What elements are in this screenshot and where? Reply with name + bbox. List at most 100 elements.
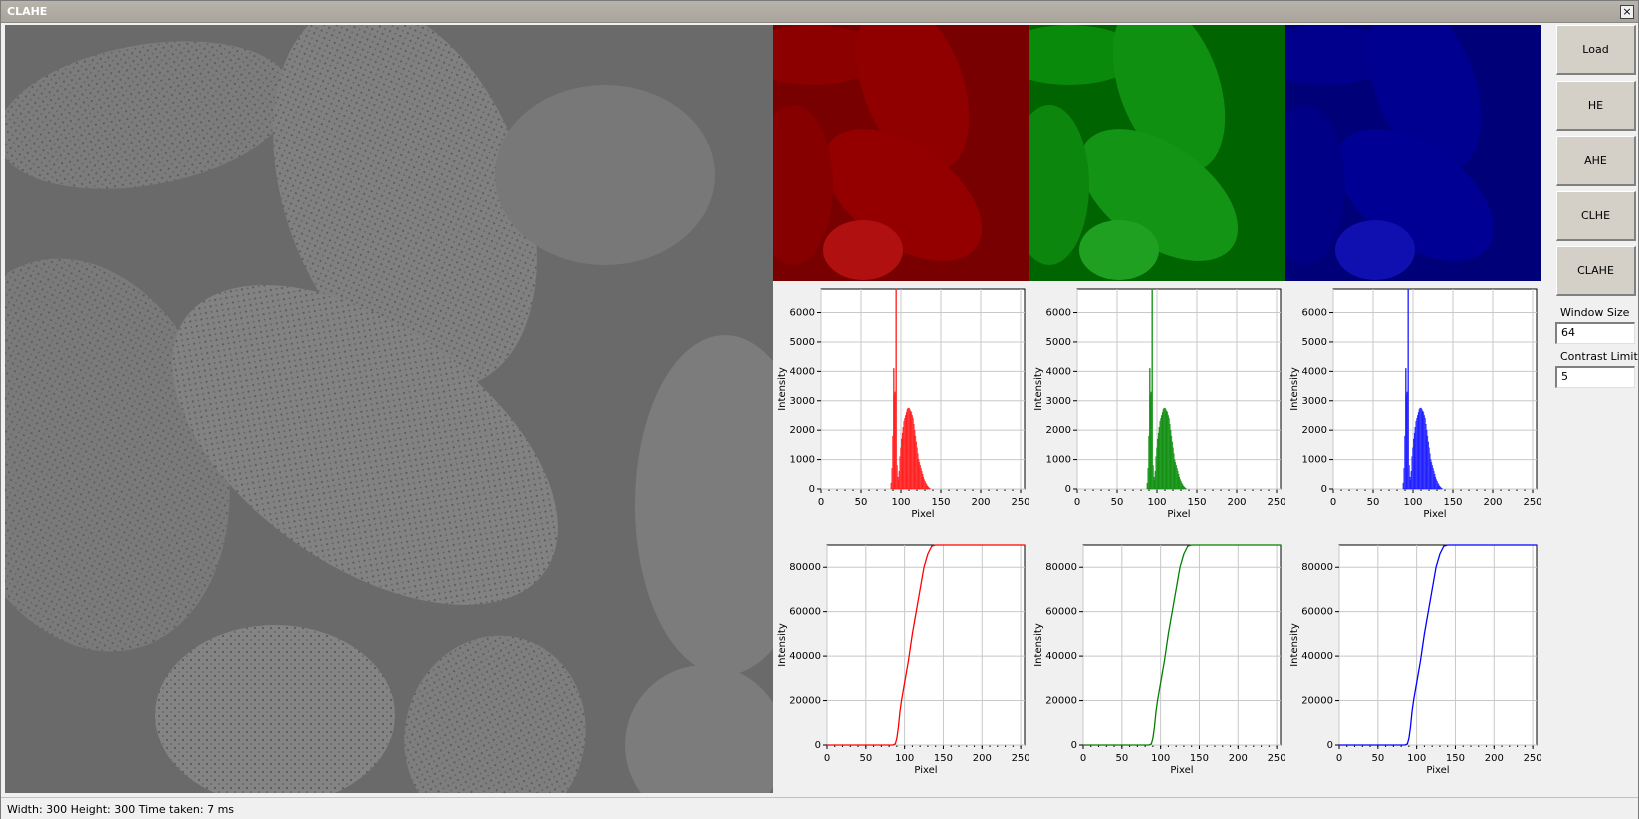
x-tick-label: 250: [1523, 497, 1541, 508]
y-tick-label: 40000: [1301, 651, 1333, 662]
y-tick-label: 80000: [1045, 562, 1077, 573]
y-tick-label: 2000: [1046, 425, 1071, 436]
histogram-bar: [895, 288, 897, 490]
y-tick-label: 5000: [1302, 337, 1327, 348]
y-tick-label: 40000: [789, 651, 821, 662]
status-bar: Width: 300 Height: 300 Time taken: 7 ms: [1, 797, 1638, 819]
y-tick-label: 5000: [790, 337, 815, 348]
y-tick-label: 0: [1071, 740, 1077, 751]
clahe-button[interactable]: CLAHE: [1556, 246, 1636, 296]
x-tick-label: 0: [824, 753, 830, 764]
window-title: CLAHE: [7, 5, 48, 18]
y-tick-label: 4000: [1302, 366, 1327, 377]
y-tick-label: 1000: [1302, 455, 1327, 466]
ahe-button[interactable]: AHE: [1556, 136, 1636, 186]
load-button[interactable]: Load: [1556, 25, 1636, 75]
x-tick-label: 250: [1267, 497, 1285, 508]
y-tick-label: 60000: [1301, 607, 1333, 618]
blue-cdf-chart: 0 50 100 150 200 250 0 20000 40000 60000 80000 Pixe…: [1285, 537, 1541, 793]
he-button[interactable]: HE: [1556, 81, 1636, 131]
x-tick-label: 0: [818, 497, 824, 508]
x-tick-label: 50: [1371, 753, 1384, 764]
x-tick-label: 0: [1074, 497, 1080, 508]
clhe-button[interactable]: CLHE: [1556, 191, 1636, 241]
x-tick-label: 50: [859, 753, 872, 764]
title-bar[interactable]: CLAHE ×: [1, 1, 1638, 23]
y-tick-label: 0: [1321, 484, 1327, 495]
x-tick-label: 250: [1524, 753, 1541, 764]
y-tick-label: 2000: [1302, 425, 1327, 436]
x-tick-label: 200: [973, 753, 992, 764]
y-tick-label: 5000: [1046, 337, 1071, 348]
main-image: [5, 25, 773, 793]
y-tick-label: 60000: [1045, 607, 1077, 618]
y-tick-label: 6000: [1046, 308, 1071, 319]
y-axis-label: Intensity: [777, 623, 788, 667]
window-size-field[interactable]: 64: [1555, 322, 1635, 344]
x-axis-label: Pixel: [1426, 765, 1449, 776]
histogram-bar: [1441, 488, 1443, 490]
y-tick-label: 3000: [1302, 396, 1327, 407]
x-tick-label: 150: [931, 497, 950, 508]
y-tick-label: 80000: [1301, 562, 1333, 573]
contrast-limit-label: Contrast Limit: [1560, 350, 1638, 363]
x-tick-label: 250: [1011, 497, 1029, 508]
close-icon[interactable]: ×: [1620, 5, 1634, 19]
plot-area: [1076, 288, 1282, 490]
y-tick-label: 0: [809, 484, 815, 495]
x-tick-label: 50: [855, 497, 868, 508]
x-axis-label: Pixel: [914, 765, 937, 776]
x-axis-label: Pixel: [1170, 765, 1193, 776]
x-tick-label: 100: [1403, 497, 1422, 508]
x-tick-label: 100: [1151, 753, 1170, 764]
blue-histogram-chart: 0 50 100 150 200 250 0 1000 2000 3000 4000 5000 6000…: [1285, 281, 1541, 537]
y-tick-label: 3000: [790, 396, 815, 407]
x-tick-label: 0: [1080, 753, 1086, 764]
y-tick-label: 20000: [1301, 696, 1333, 707]
red-channel-image: [773, 25, 1029, 281]
green-channel-image: [1029, 25, 1285, 281]
contrast-limit-field[interactable]: 5: [1555, 366, 1635, 388]
pollen-image: [5, 25, 773, 793]
y-tick-label: 20000: [789, 696, 821, 707]
y-axis-label: Intensity: [1289, 367, 1300, 411]
x-tick-label: 100: [895, 753, 914, 764]
x-tick-label: 250: [1268, 753, 1285, 764]
red-channel-svg: [773, 25, 1029, 281]
x-tick-label: 150: [1187, 497, 1206, 508]
y-tick-label: 0: [1327, 740, 1333, 751]
x-tick-label: 50: [1111, 497, 1124, 508]
plot-area: [826, 544, 1026, 746]
y-axis-label: Intensity: [1289, 623, 1300, 667]
x-tick-label: 200: [1229, 753, 1248, 764]
red-cdf-chart: 0 50 100 150 200 250 0 20000 40000 60000 80000 Pixe…: [773, 537, 1029, 793]
y-tick-label: 80000: [789, 562, 821, 573]
x-axis-label: Pixel: [1423, 509, 1446, 520]
y-tick-label: 1000: [790, 455, 815, 466]
green-channel-svg: [1029, 25, 1285, 281]
y-tick-label: 6000: [1302, 308, 1327, 319]
x-tick-label: 150: [1443, 497, 1462, 508]
y-axis-label: Intensity: [1033, 367, 1044, 411]
histogram-bar: [1151, 288, 1153, 490]
y-tick-label: 6000: [790, 308, 815, 319]
x-tick-label: 150: [1446, 753, 1465, 764]
x-tick-label: 50: [1367, 497, 1380, 508]
blue-channel-image: [1285, 25, 1541, 281]
histogram-bar: [1407, 288, 1409, 490]
status-text: Width: 300 Height: 300 Time taken: 7 ms: [7, 803, 235, 816]
y-tick-label: 3000: [1046, 396, 1071, 407]
y-tick-label: 40000: [1045, 651, 1077, 662]
y-tick-label: 4000: [1046, 366, 1071, 377]
plot-area: [1082, 544, 1282, 746]
y-axis-label: Intensity: [777, 367, 788, 411]
x-tick-label: 150: [934, 753, 953, 764]
x-tick-label: 0: [1336, 753, 1342, 764]
y-tick-label: 2000: [790, 425, 815, 436]
x-tick-label: 100: [1147, 497, 1166, 508]
x-tick-label: 100: [1407, 753, 1426, 764]
plot-area: [1332, 288, 1538, 490]
x-tick-label: 200: [1485, 753, 1504, 764]
y-tick-label: 60000: [789, 607, 821, 618]
green-cdf-chart: 0 50 100 150 200 250 0 20000 40000 60000 80000 Pixe…: [1029, 537, 1285, 793]
